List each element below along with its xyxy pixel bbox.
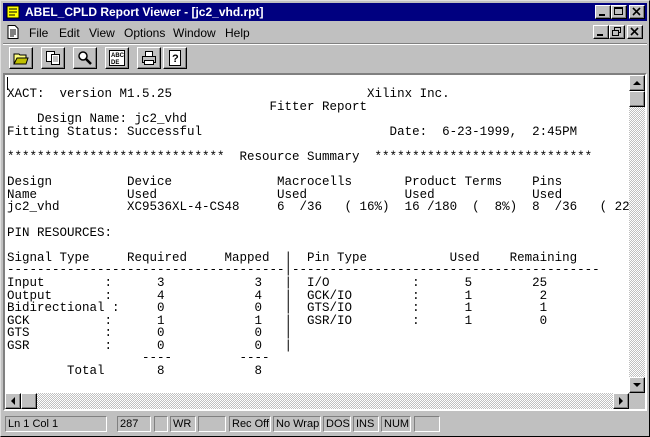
report-text[interactable]: XACT: version M1.5.25 Xilinx Inc. Fitter… — [7, 88, 645, 378]
title-bar[interactable]: ABEL_CPLD Report Viewer - [jc2_vhd.rpt] — [3, 3, 647, 21]
status-ins: INS — [353, 416, 379, 432]
status-wrap: No Wrap — [273, 416, 321, 432]
vertical-scrollbar[interactable] — [629, 75, 645, 393]
copy-icon — [46, 51, 60, 65]
menu-edit[interactable]: Edit — [59, 26, 80, 40]
horizontal-scrollbar[interactable] — [5, 393, 629, 409]
close-button[interactable] — [629, 5, 645, 19]
menu-options[interactable]: Options — [124, 26, 165, 40]
menu-view[interactable]: View — [89, 26, 115, 40]
status-blank-1 — [154, 416, 168, 432]
svg-text:DE: DE — [111, 60, 119, 66]
hscroll-thumb[interactable] — [21, 393, 37, 409]
scroll-right-button[interactable] — [613, 393, 629, 409]
open-folder-icon — [13, 53, 29, 65]
close-icon — [630, 27, 639, 36]
arrow-down-icon — [633, 383, 641, 387]
find-button[interactable] — [73, 47, 97, 69]
print-button[interactable] — [137, 47, 161, 69]
print-icon — [142, 51, 156, 65]
help-button[interactable]: ? — [163, 47, 187, 69]
scroll-left-button[interactable] — [5, 393, 21, 409]
maximize-icon — [614, 7, 623, 15]
help-icon: ? — [169, 50, 181, 66]
window-title: ABEL_CPLD Report Viewer - [jc2_vhd.rpt] — [25, 5, 264, 19]
menu-file[interactable]: File — [29, 26, 48, 40]
close-icon — [632, 7, 641, 16]
report-view[interactable]: XACT: version M1.5.25 Xilinx Inc. Fitter… — [3, 73, 647, 411]
arrow-up-icon — [633, 81, 641, 85]
copy-button[interactable] — [41, 47, 65, 69]
doc-restore-button[interactable] — [609, 25, 625, 39]
minimize-icon — [599, 14, 605, 16]
minimize-icon — [597, 34, 603, 36]
menu-window[interactable]: Window — [173, 26, 216, 40]
menu-bar: File Edit View Options Window Help — [3, 22, 647, 42]
minimize-button[interactable] — [595, 5, 611, 19]
font-button[interactable]: ABC DE — [105, 47, 129, 69]
document-icon[interactable] — [7, 25, 19, 39]
svg-text:?: ? — [172, 53, 179, 65]
status-blank-3 — [414, 416, 440, 432]
status-dos: DOS — [323, 416, 351, 432]
status-position: Ln 1 Col 1 — [5, 416, 107, 432]
scroll-thumb[interactable] — [629, 91, 645, 107]
font-icon: ABC DE — [109, 50, 125, 66]
toolbar: ABC DE ? — [3, 43, 647, 74]
svg-text:ABC: ABC — [111, 53, 125, 59]
maximize-button[interactable] — [611, 5, 627, 19]
status-bar: Ln 1 Col 1 287 WR Rec Off No Wrap DOS IN… — [3, 414, 647, 434]
scroll-corner — [629, 393, 645, 409]
app-window: ABEL_CPLD Report Viewer - [jc2_vhd.rpt] … — [0, 0, 650, 437]
scroll-up-button[interactable] — [629, 75, 645, 91]
arrow-right-icon — [619, 397, 623, 405]
status-char-count: 287 — [117, 416, 151, 432]
status-wr: WR — [170, 416, 196, 432]
app-icon — [6, 5, 20, 19]
find-icon — [78, 51, 92, 65]
doc-minimize-button[interactable] — [593, 25, 609, 39]
doc-close-button[interactable] — [627, 25, 643, 39]
scroll-down-button[interactable] — [629, 377, 645, 393]
arrow-left-icon — [11, 397, 15, 405]
status-rec: Rec Off — [229, 416, 271, 432]
menu-help[interactable]: Help — [225, 26, 250, 40]
open-button[interactable] — [9, 47, 33, 69]
restore-icon — [612, 27, 621, 36]
status-blank-2 — [198, 416, 226, 432]
status-num: NUM — [381, 416, 411, 432]
